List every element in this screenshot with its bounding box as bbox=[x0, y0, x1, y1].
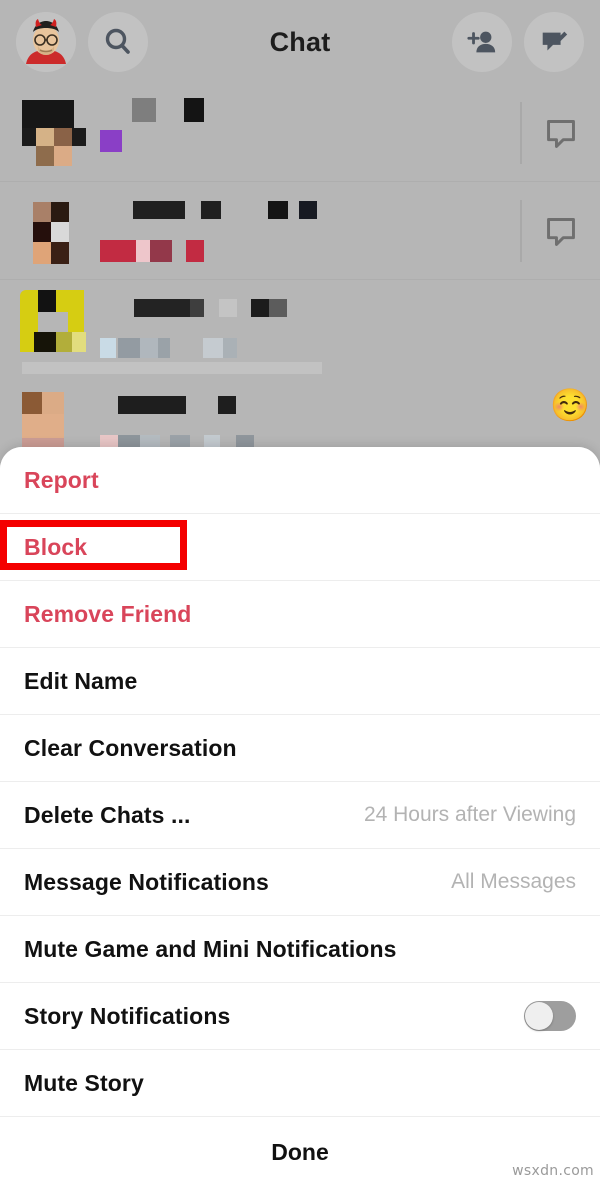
menu-item-label: Report bbox=[24, 466, 99, 493]
censor-block bbox=[132, 98, 156, 122]
censor-block bbox=[269, 299, 287, 317]
censor-block bbox=[186, 240, 204, 262]
done-button[interactable]: Done bbox=[0, 1117, 600, 1183]
censor-block bbox=[33, 222, 51, 242]
menu-item-label: Mute Game and Mini Notifications bbox=[24, 935, 397, 962]
top-bar: Chat bbox=[0, 0, 600, 84]
watermark: wsxdn.com bbox=[512, 1163, 594, 1179]
new-chat-icon bbox=[542, 31, 568, 51]
censor-block bbox=[118, 396, 186, 414]
censor-block bbox=[299, 201, 317, 219]
new-chat-button[interactable] bbox=[524, 12, 584, 72]
menu-item-mute-story[interactable]: Mute Story bbox=[0, 1050, 600, 1117]
censor-block bbox=[218, 396, 236, 414]
menu-item-mute-game-and-mini-notifications[interactable]: Mute Game and Mini Notifications bbox=[0, 916, 600, 983]
censor-block bbox=[36, 128, 54, 146]
censor-block bbox=[22, 100, 74, 128]
screen-root: Chat ☺️ Report Block Remove Friend Edit … bbox=[0, 0, 600, 1183]
bitmoji-avatar-icon bbox=[16, 12, 76, 72]
censor-block bbox=[22, 414, 64, 438]
censor-block bbox=[54, 128, 72, 146]
censor-block bbox=[203, 338, 223, 358]
censor-block bbox=[22, 362, 322, 374]
row-divider bbox=[520, 102, 522, 164]
reaction-emoji: ☺️ bbox=[550, 387, 590, 423]
menu-item-edit-name[interactable]: Edit Name bbox=[0, 648, 600, 715]
censor-block bbox=[22, 128, 36, 146]
censor-block bbox=[136, 240, 150, 262]
censor-block bbox=[100, 240, 136, 262]
censor-block bbox=[150, 240, 172, 262]
censor-block bbox=[33, 242, 51, 264]
menu-item-remove-friend[interactable]: Remove Friend bbox=[0, 581, 600, 648]
censor-block bbox=[134, 299, 190, 317]
bitmoji-avatar[interactable] bbox=[16, 12, 76, 72]
menu-item-label: Remove Friend bbox=[24, 600, 192, 627]
censor-block bbox=[34, 332, 56, 352]
menu-item-delete-chats[interactable]: Delete Chats ... 24 Hours after Viewing bbox=[0, 782, 600, 849]
story-notifications-toggle[interactable] bbox=[524, 1001, 576, 1031]
menu-item-label: Edit Name bbox=[24, 667, 138, 694]
menu-item-label: Clear Conversation bbox=[24, 734, 237, 761]
menu-item-block[interactable]: Block bbox=[0, 514, 600, 581]
add-friend-icon bbox=[467, 31, 496, 53]
menu-item-report[interactable]: Report bbox=[0, 447, 600, 514]
search-icon bbox=[105, 28, 130, 54]
page-title: Chat bbox=[269, 26, 331, 57]
censor-block bbox=[184, 98, 204, 122]
censor-block bbox=[51, 222, 69, 242]
censor-block bbox=[68, 312, 84, 334]
censor-block bbox=[36, 146, 54, 166]
menu-item-value: All Messages bbox=[451, 870, 576, 893]
row-divider bbox=[520, 200, 522, 262]
search-button[interactable] bbox=[88, 12, 148, 72]
chat-list-item[interactable] bbox=[0, 280, 600, 378]
menu-item-message-notifications[interactable]: Message Notifications All Messages bbox=[0, 849, 600, 916]
menu-item-label: Message Notifications bbox=[24, 868, 269, 895]
chat-list-item[interactable] bbox=[0, 84, 600, 182]
censor-block bbox=[223, 338, 237, 358]
censor-block bbox=[100, 338, 116, 358]
censor-block bbox=[190, 299, 204, 317]
menu-item-value: 24 Hours after Viewing bbox=[363, 803, 576, 826]
action-sheet: Report Block Remove Friend Edit Name Cle… bbox=[0, 447, 600, 1183]
censor-block bbox=[251, 299, 269, 317]
censor-block bbox=[42, 392, 64, 414]
censor-block bbox=[219, 299, 237, 317]
censor-block bbox=[268, 201, 288, 219]
censor-block bbox=[140, 338, 158, 358]
done-button-label: Done bbox=[271, 1138, 329, 1165]
censor-block bbox=[201, 201, 221, 219]
censor-block bbox=[100, 130, 122, 152]
censor-block bbox=[20, 290, 38, 322]
censor-block bbox=[51, 242, 69, 264]
chat-bubble-icon[interactable] bbox=[544, 117, 578, 151]
censor-block bbox=[56, 290, 84, 312]
add-friend-button[interactable] bbox=[452, 12, 512, 72]
menu-item-clear-conversation[interactable]: Clear Conversation bbox=[0, 715, 600, 782]
censor-block bbox=[72, 128, 86, 146]
censor-block bbox=[51, 202, 69, 222]
chat-bubble-icon[interactable] bbox=[544, 215, 578, 249]
toggle-knob bbox=[525, 1002, 553, 1030]
censor-block bbox=[72, 332, 86, 352]
censor-block bbox=[56, 332, 72, 352]
censor-block bbox=[54, 146, 72, 166]
censor-block bbox=[38, 290, 56, 312]
censor-block bbox=[22, 392, 42, 414]
menu-item-label: Delete Chats ... bbox=[24, 801, 191, 828]
menu-item-label: Story Notifications bbox=[24, 1002, 231, 1029]
menu-item-story-notifications[interactable]: Story Notifications bbox=[0, 983, 600, 1050]
censor-block bbox=[158, 338, 170, 358]
censor-block bbox=[118, 338, 140, 358]
censor-block bbox=[33, 202, 51, 222]
censor-block bbox=[133, 201, 185, 219]
menu-item-label: Mute Story bbox=[24, 1069, 144, 1096]
chat-list-item[interactable] bbox=[0, 182, 600, 280]
menu-item-label: Block bbox=[24, 533, 88, 560]
